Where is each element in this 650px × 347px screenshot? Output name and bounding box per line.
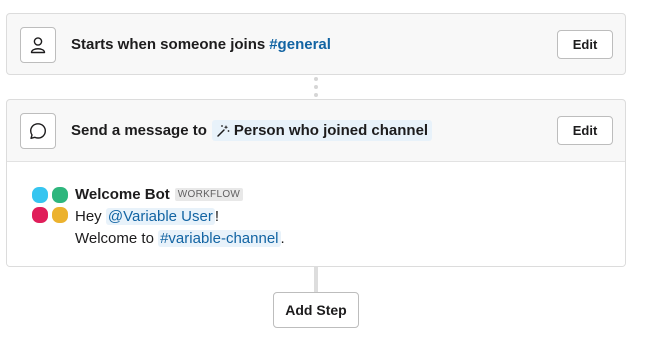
user-mention[interactable]: @Variable User <box>105 208 215 225</box>
greeting-end: ! <box>214 208 220 225</box>
add-step-connector <box>314 267 318 292</box>
workflow-bot-avatar <box>32 187 68 223</box>
person-icon <box>20 27 56 63</box>
message-header: Welcome Bot WORKFLOW <box>75 185 595 203</box>
welcome-text: Welcome to <box>75 230 154 247</box>
step-edit-button[interactable]: Edit <box>557 116 613 145</box>
trigger-row: Starts when someone joins #general Edit <box>7 14 625 75</box>
message-body: Welcome Bot WORKFLOW Hey @Variable User!… <box>75 185 595 250</box>
step-connector-dots <box>314 77 318 97</box>
trigger-edit-button[interactable]: Edit <box>557 30 613 59</box>
message-step-card: Send a message to Person who joined chan… <box>6 99 626 267</box>
magic-wand-icon <box>217 124 230 137</box>
welcome-end: . <box>280 230 285 247</box>
workflow-badge: WORKFLOW <box>174 187 244 201</box>
bot-name[interactable]: Welcome Bot <box>75 186 170 203</box>
message-preview: Welcome Bot WORKFLOW Hey @Variable User!… <box>7 161 625 266</box>
trigger-title-text: Starts when someone joins <box>71 36 266 53</box>
recipient-variable-pill[interactable]: Person who joined channel <box>211 120 433 141</box>
message-line-welcome: Welcome to #variable-channel. <box>75 228 595 250</box>
step-title-text: Send a message to <box>71 122 207 139</box>
step-row: Send a message to Person who joined chan… <box>7 100 625 161</box>
recipient-variable-label: Person who joined channel <box>233 122 429 139</box>
message-line-greeting: Hey @Variable User! <box>75 206 595 228</box>
trigger-card: Starts when someone joins #general Edit <box>6 13 626 75</box>
greeting-text: Hey <box>75 208 102 225</box>
add-step-button[interactable]: Add Step <box>273 292 359 328</box>
step-title: Send a message to Person who joined chan… <box>71 100 433 161</box>
trigger-title: Starts when someone joins #general <box>71 14 331 75</box>
message-bubble-icon <box>20 113 56 149</box>
trigger-channel-link[interactable]: #general <box>269 36 331 53</box>
channel-mention[interactable]: #variable-channel <box>158 230 281 247</box>
